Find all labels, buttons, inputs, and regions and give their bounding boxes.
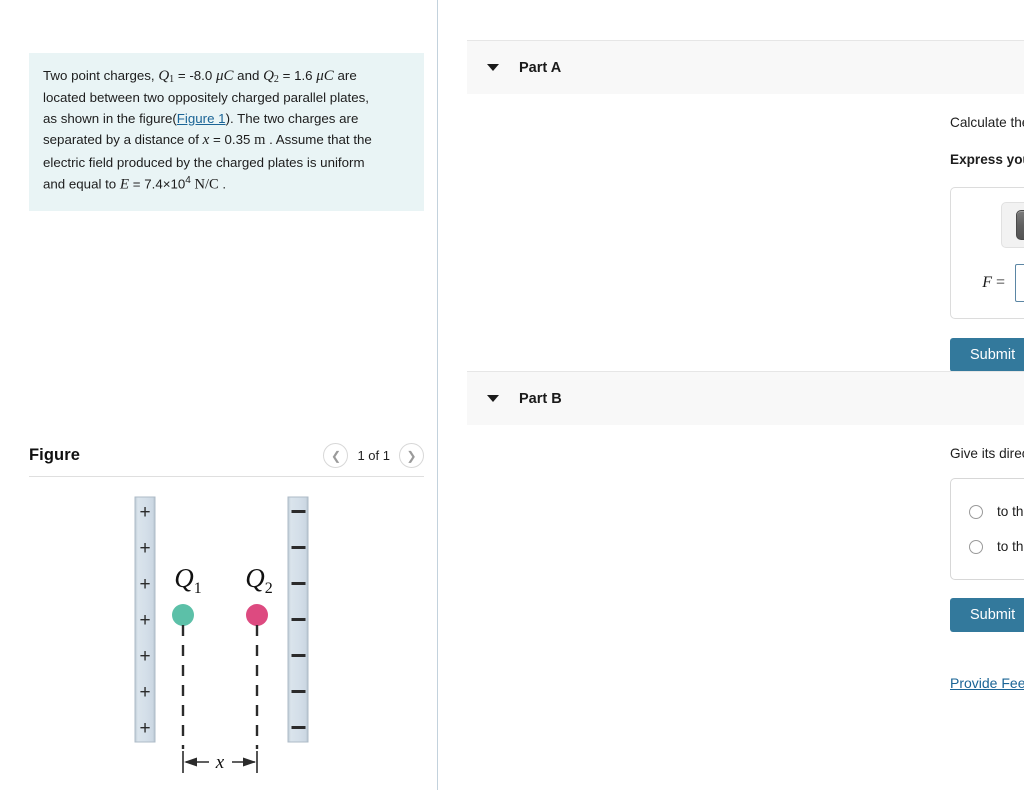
- page-root: Two point charges, Q1 = -8.0 μC and Q2 =…: [0, 0, 1024, 790]
- part-a-label: Part A: [519, 59, 562, 76]
- distance-symbol: x: [202, 132, 210, 149]
- charge2-unit: μC: [316, 68, 334, 84]
- part-a-header[interactable]: Part A: [467, 40, 1024, 94]
- distance-figure-label: x: [215, 752, 225, 773]
- field-value: 7.4×10: [144, 176, 186, 192]
- svg-text:+: +: [139, 646, 150, 667]
- problem-line-3: as shown in the figure(Figure 1). The tw…: [43, 110, 359, 126]
- charge1-unit: μC: [215, 68, 234, 84]
- svg-text:+: +: [139, 574, 150, 595]
- svg-text:+: +: [139, 718, 150, 739]
- right-pane: Part A Calculate the magnitude of the ne…: [438, 0, 1024, 790]
- distance-value: 0.35: [224, 132, 251, 148]
- problem-line-2: located between two oppositely charged p…: [43, 90, 369, 106]
- svg-text:+: +: [139, 538, 150, 559]
- svg-text:+: +: [139, 502, 150, 523]
- charge1-symbol: Q1: [158, 68, 175, 86]
- caret-down-icon[interactable]: [487, 64, 499, 71]
- part-b-body: Give its direction. to the left to the r…: [950, 444, 1024, 693]
- svg-text:+: +: [139, 610, 150, 631]
- left-pane: Two point charges, Q1 = -8.0 μC and Q2 =…: [0, 0, 438, 790]
- math-template-icon[interactable]: n: [1016, 209, 1024, 240]
- problem-line-1: Two point charges, Q1 = -8.0 μC and Q2 =…: [43, 68, 357, 86]
- part-b-option-to-the-right[interactable]: to the right: [969, 529, 1024, 564]
- problem-line-4: separated by a distance of x = 0.35 m . …: [43, 132, 372, 149]
- radio-button-icon[interactable]: [969, 539, 983, 554]
- part-a-answer-widget: n ΑΣφ: [950, 186, 1024, 319]
- math-toolbar: n ΑΣφ: [1001, 201, 1024, 248]
- problem-statement: Two point charges, Q1 = -8.0 μC and Q2 =…: [29, 53, 424, 211]
- physics-figure: + + + + + + + Q1 Q2 x: [29, 487, 424, 782]
- part-b-actions: Submit Request Answer: [950, 598, 1024, 633]
- part-a-answer-row: F = N: [967, 263, 1024, 302]
- field-exponent: 4: [185, 175, 191, 187]
- charge2-figure-label: Q2: [245, 563, 273, 597]
- charge2-value: 1.6: [294, 68, 313, 83]
- provide-feedback-link[interactable]: Provide Feedback: [950, 675, 1024, 691]
- figure-counter: 1 of 1: [357, 448, 390, 463]
- figure-1-link[interactable]: Figure 1: [177, 111, 226, 126]
- problem-line-5: electric field produced by the charged p…: [43, 154, 365, 170]
- part-b-submit-button[interactable]: Submit: [950, 598, 1024, 633]
- parallel-plates-diagram: + + + + + + + Q1 Q2 x: [134, 496, 309, 773]
- charge1-value: -8.0: [189, 68, 213, 83]
- part-b-option-label: to the left: [997, 504, 1024, 520]
- charge1-figure-label: Q1: [174, 563, 202, 597]
- footer-area: Provide Feedback: [950, 675, 1024, 693]
- part-a-actions: Submit Request Answer: [950, 337, 1024, 372]
- part-b-prompt: Give its direction.: [950, 446, 1024, 461]
- field-unit: N/C: [194, 176, 219, 193]
- figure-navigation: ❮ 1 of 1 ❯: [323, 443, 424, 468]
- part-a-body: Calculate the magnitude of the net elect…: [950, 112, 1024, 372]
- part-b-label: Part B: [519, 390, 562, 407]
- field-symbol: E: [119, 176, 130, 193]
- part-a-instruction: Express your answer using two significan…: [950, 151, 1024, 167]
- charge2-dot: [246, 604, 268, 626]
- part-b-header[interactable]: Part B: [467, 371, 1024, 425]
- caret-down-icon[interactable]: [487, 395, 499, 402]
- figure-title: Figure: [29, 446, 81, 464]
- part-a-prompt: Calculate the magnitude of the net elect…: [950, 112, 1024, 135]
- figure-panel-header: Figure ❮ 1 of 1 ❯: [29, 435, 424, 477]
- part-a-submit-button[interactable]: Submit: [950, 337, 1024, 372]
- svg-text:+: +: [139, 682, 150, 703]
- chevron-right-icon[interactable]: ❯: [399, 443, 424, 468]
- distance-unit: m: [254, 132, 266, 149]
- part-b-option-to-the-left[interactable]: to the left: [969, 494, 1024, 529]
- radio-button-icon[interactable]: [969, 504, 983, 519]
- charge1-dot: [172, 604, 194, 626]
- charge2-symbol: Q2: [263, 68, 279, 86]
- chevron-left-icon[interactable]: ❮: [323, 443, 349, 468]
- problem-line-6: and equal to E = 7.4×104 N/C .: [43, 175, 227, 193]
- part-a-answer-input[interactable]: [1015, 263, 1024, 302]
- part-b-option-label: to the right: [997, 539, 1024, 555]
- part-b-options-group: to the left to the right: [950, 478, 1024, 581]
- part-a-prompt-text: Calculate the magnitude of the net elect…: [950, 115, 1024, 130]
- part-a-answer-variable: F =: [982, 273, 1005, 291]
